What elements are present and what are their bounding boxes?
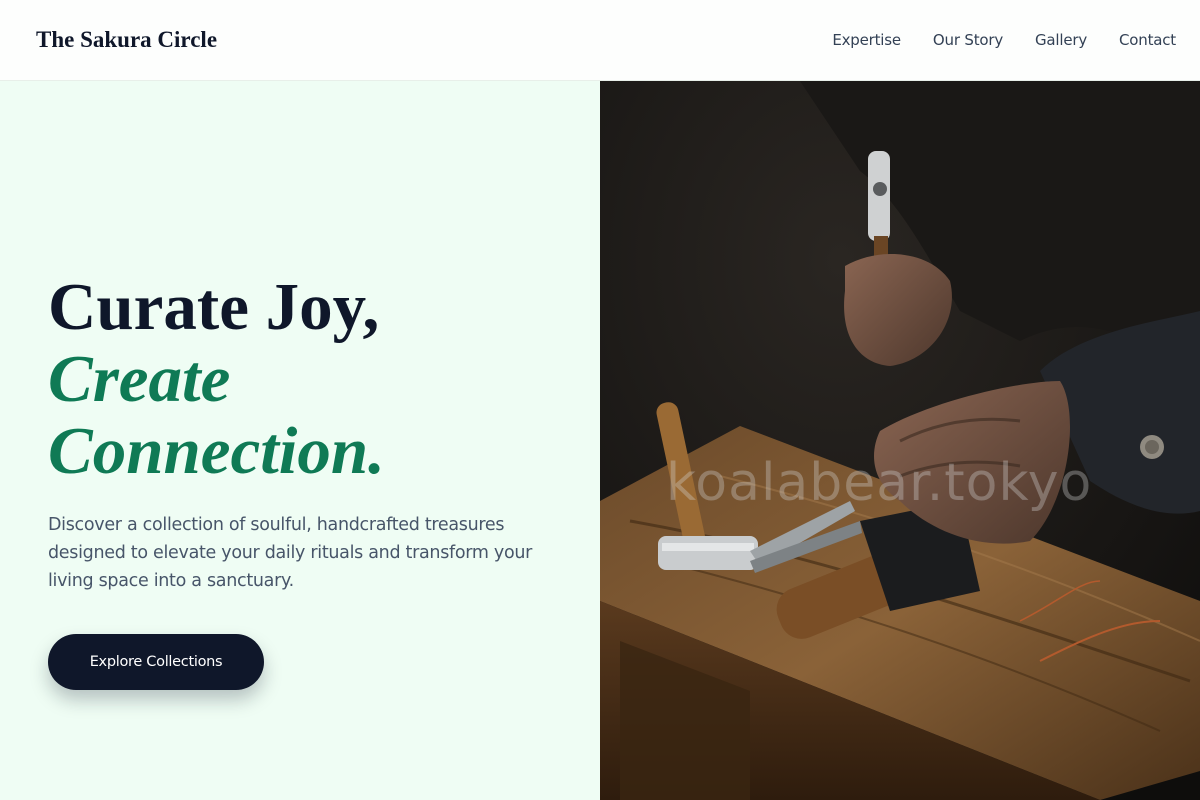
nav-link-expertise[interactable]: Expertise — [832, 31, 901, 49]
site-header: The Sakura Circle Expertise Our Story Ga… — [0, 0, 1200, 81]
main-nav: Expertise Our Story Gallery Contact — [832, 31, 1176, 49]
explore-collections-button[interactable]: Explore Collections — [48, 634, 264, 690]
nav-link-gallery[interactable]: Gallery — [1035, 31, 1087, 49]
headline-line-2: Create — [48, 342, 231, 416]
hero-description: Discover a collection of soulful, handcr… — [48, 515, 533, 591]
hero-image: koalabear.tokyo — [600, 81, 1200, 800]
brand-logo-text[interactable]: The Sakura Circle — [36, 27, 217, 53]
hero-headline: Curate Joy, Create Connection. — [48, 271, 385, 487]
craftsman-workbench-illustration — [600, 81, 1200, 800]
headline-line-3: Connection. — [48, 414, 385, 488]
nav-link-contact[interactable]: Contact — [1119, 31, 1176, 49]
hero-text-panel: Curate Joy, Create Connection. Discover … — [0, 81, 600, 800]
headline-line-1: Curate Joy, — [48, 270, 380, 344]
nav-link-our-story[interactable]: Our Story — [933, 31, 1003, 49]
image-watermark: koalabear.tokyo — [666, 453, 1093, 513]
